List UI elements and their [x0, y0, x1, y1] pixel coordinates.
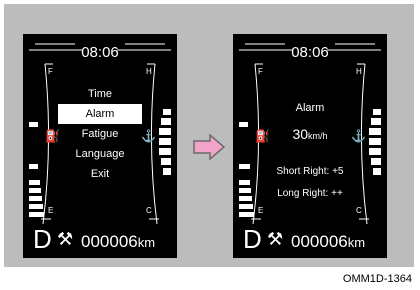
fuel-full-mark: F [258, 67, 263, 76]
cluster-display-menu: 08:06 F E H C ⛽ ⚓ Time Alarm Fatigue Lan… [23, 34, 177, 258]
short-right-hint: Short Right: +5 [276, 166, 344, 177]
temp-segment [159, 128, 171, 135]
fuel-empty-mark: E [258, 206, 264, 215]
arrow-right-icon [193, 134, 225, 160]
temp-segment [161, 158, 171, 165]
fuel-segment [239, 212, 254, 217]
alarm-speed-value: 30 [292, 126, 309, 142]
wrench-icon: ⚒ [267, 229, 284, 249]
fuel-segment [239, 204, 253, 209]
odometer-value: 000006 [81, 232, 138, 251]
fuel-segment [29, 122, 38, 127]
user-settings-menu: Time Alarm Fatigue Language Exit [58, 84, 142, 184]
fuel-segment [29, 204, 43, 209]
temp-cold-mark: C [356, 206, 362, 215]
alarm-speed-unit: km/h [308, 131, 328, 141]
fuel-segment [239, 180, 250, 185]
temp-segment [371, 158, 381, 165]
temp-segment [163, 168, 171, 175]
temp-segment [159, 148, 171, 155]
odometer-unit: km [137, 235, 156, 250]
temp-cold-mark: C [146, 206, 152, 215]
odometer-value: 000006 [291, 232, 348, 251]
temp-hot-mark: H [356, 67, 362, 76]
fuel-segment [29, 212, 44, 217]
odometer: 000006km [81, 232, 155, 253]
temp-segment [369, 148, 381, 155]
fuel-segment [29, 164, 38, 169]
odometer: 000006km [291, 232, 365, 253]
temp-segment [159, 138, 171, 145]
figure-code: OMM1D-1364 [342, 273, 412, 285]
menu-item-time[interactable]: Time [58, 84, 142, 104]
odometer-unit: km [347, 235, 366, 250]
temp-segment [163, 109, 171, 115]
fuel-empty-mark: E [48, 206, 54, 215]
clock: 08:06 [291, 44, 329, 61]
wrench-icon: ⚒ [57, 229, 74, 249]
fuel-segment [29, 180, 40, 185]
temp-hot-mark: H [146, 67, 152, 76]
cluster-display-alarm: 08:06 F E H C ⛽ ⚓ Alarm 30km/h Short Rig… [233, 34, 387, 258]
menu-item-alarm[interactable]: Alarm [58, 104, 142, 124]
alarm-title: Alarm [295, 102, 325, 114]
temp-segment [161, 118, 171, 125]
alarm-speed: 30km/h [233, 126, 387, 142]
gear-indicator: D [33, 224, 52, 254]
gear-indicator: D [243, 224, 262, 254]
menu-item-fatigue[interactable]: Fatigue [58, 124, 142, 144]
coolant-temp-icon: ⚓ [141, 129, 156, 143]
clock: 08:06 [81, 44, 119, 61]
fuel-segment [29, 188, 41, 193]
menu-item-exit[interactable]: Exit [58, 164, 142, 184]
fuel-full-mark: F [48, 67, 53, 76]
menu-item-language[interactable]: Language [58, 144, 142, 164]
long-right-hint: Long Right: ++ [277, 188, 343, 199]
temp-segment [371, 118, 381, 125]
fuel-segment [29, 196, 42, 201]
